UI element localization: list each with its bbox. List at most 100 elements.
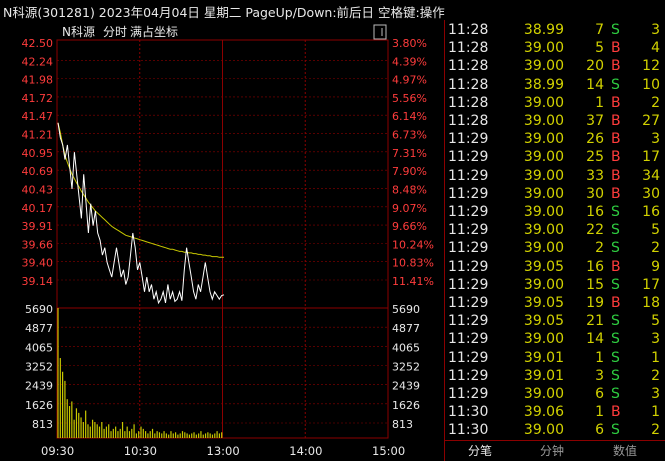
trade-count: 17	[642, 276, 660, 293]
trade-price: 39.00	[523, 167, 564, 184]
trade-price: 39.00	[523, 185, 564, 202]
price-tick-label: 42.50	[22, 37, 54, 50]
trade-price: 39.00	[523, 276, 564, 293]
trade-row: 11:28 38.99 14 S 10	[445, 77, 665, 95]
window-toggle-icon[interactable]	[373, 24, 387, 40]
trade-row: 11:28 39.00 20 B 12	[445, 58, 665, 76]
trade-volume: 1	[595, 94, 604, 111]
percent-tick-label: 9.66%	[392, 220, 427, 233]
trade-time: 11:29	[448, 185, 489, 202]
trade-side: B	[611, 185, 621, 202]
trade-price: 39.00	[523, 113, 564, 129]
percent-tick-label: 7.90%	[392, 165, 427, 178]
tab-minutes[interactable]: 分钟	[517, 442, 587, 460]
trade-volume: 7	[595, 22, 604, 38]
percent-tick-label: 3.80%	[392, 37, 427, 50]
price-tick-label: 40.17	[22, 202, 54, 215]
price-tick-label: 41.72	[22, 92, 54, 105]
trade-price: 39.00	[523, 58, 564, 75]
volume-tick-label: 5690	[392, 303, 420, 316]
trade-time: 11:28	[448, 94, 489, 111]
trade-side: B	[611, 131, 621, 148]
trade-time: 11:29	[448, 313, 489, 330]
tab-values[interactable]: 数值	[590, 442, 660, 460]
trade-volume: 16	[586, 204, 604, 220]
time-tick-label: 14:00	[289, 444, 322, 458]
trade-side: B	[611, 404, 621, 421]
trade-row: 11:29 39.00 26 B 3	[445, 131, 665, 149]
trade-side: S	[611, 222, 620, 239]
price-tick-label: 42.24	[22, 55, 54, 68]
trade-volume: 16	[586, 258, 604, 275]
trade-time: 11:29	[448, 386, 489, 402]
trade-row: 11:29 39.05 16 B 9	[445, 259, 665, 277]
volume-tick-label: 813	[32, 418, 53, 431]
trade-volume: 6	[595, 422, 604, 439]
trade-row: 11:28 39.00 1 B 2	[445, 95, 665, 113]
trade-time: 11:29	[448, 204, 489, 220]
trade-side: B	[611, 167, 621, 184]
window-title: N科源(301281) 2023年04月04日 星期二 PageUp/Down:…	[3, 5, 445, 20]
trade-row: 11:28 39.00 5 B 4	[445, 40, 665, 58]
chart-mode-label[interactable]: 分时	[103, 25, 127, 39]
time-tick-label: 10:30	[124, 444, 157, 458]
volume-tick-label: 3252	[392, 361, 420, 374]
trade-side: S	[611, 22, 620, 38]
trade-volume: 25	[586, 149, 604, 166]
trade-count: 3	[651, 386, 660, 402]
percent-tick-label: 10.83%	[392, 257, 434, 270]
trade-volume: 26	[586, 131, 604, 148]
chart-grid	[56, 39, 389, 439]
trade-side: B	[611, 295, 621, 311]
chart-stock-name: N科源	[62, 25, 95, 39]
trade-price: 39.00	[523, 149, 564, 166]
volume-tick-label: 813	[392, 418, 413, 431]
trade-count: 27	[642, 113, 660, 129]
percent-tick-label: 6.73%	[392, 129, 427, 142]
trade-time: 11:29	[448, 276, 489, 293]
volume-tick-label: 4877	[25, 322, 53, 335]
trade-volume: 6	[595, 386, 604, 402]
trade-row: 11:29 39.00 22 S 5	[445, 222, 665, 240]
trade-row: 11:29 39.01 1 S 1	[445, 350, 665, 368]
trade-count: 34	[642, 167, 660, 184]
volume-tick-label: 4065	[392, 341, 420, 354]
trade-count: 16	[642, 204, 660, 220]
trade-side: S	[611, 331, 620, 348]
trade-count: 3	[651, 22, 660, 38]
trade-volume: 30	[586, 185, 604, 202]
trade-price: 39.05	[523, 295, 564, 311]
intraday-chart[interactable]: N科源 分时 满占坐标 42.50 42.24 41.98 41.72 41.47 41.…	[0, 20, 444, 460]
trade-side: B	[611, 58, 621, 75]
price-tick-label: 39.40	[22, 257, 54, 270]
trade-time: 11:29	[448, 295, 489, 311]
trade-price: 39.05	[523, 258, 564, 275]
trade-price: 39.00	[523, 222, 564, 239]
price-tick-label: 40.43	[22, 183, 54, 196]
trade-time: 11:28	[448, 22, 489, 38]
volume-tick-label: 1626	[25, 399, 53, 412]
trade-row: 11:29 39.00 25 B 17	[445, 149, 665, 167]
price-tick-label: 40.69	[22, 165, 54, 178]
time-tick-label: 13:00	[207, 444, 240, 458]
trade-row: 11:29 39.00 15 S 17	[445, 277, 665, 295]
trade-volume: 15	[586, 276, 604, 293]
trade-count: 18	[642, 295, 660, 311]
trade-volume: 1	[595, 349, 604, 366]
trade-row: 11:29 39.05 19 B 18	[445, 295, 665, 313]
trade-price: 39.01	[523, 367, 564, 384]
trade-price: 38.99	[523, 76, 564, 93]
trade-volume: 1	[595, 404, 604, 421]
trade-time: 11:29	[448, 258, 489, 275]
trade-ticks-list[interactable]: 11:28 38.99 7 S 3 11:28 39.00 5 B 4 11:28 39.00 20 B 1…	[444, 20, 665, 440]
volume-tick-label: 4065	[25, 341, 53, 354]
time-tick-label: 15:00	[372, 444, 405, 458]
trade-time: 11:28	[448, 113, 489, 129]
price-tick-label: 41.98	[22, 74, 54, 87]
trade-side: S	[611, 240, 620, 257]
trade-time: 11:29	[448, 240, 489, 257]
chart-coord-label[interactable]: 满占坐标	[130, 24, 178, 39]
trade-volume: 14	[586, 76, 604, 93]
trade-volume: 19	[586, 295, 604, 311]
tab-ticks[interactable]: 分笔	[445, 442, 515, 460]
